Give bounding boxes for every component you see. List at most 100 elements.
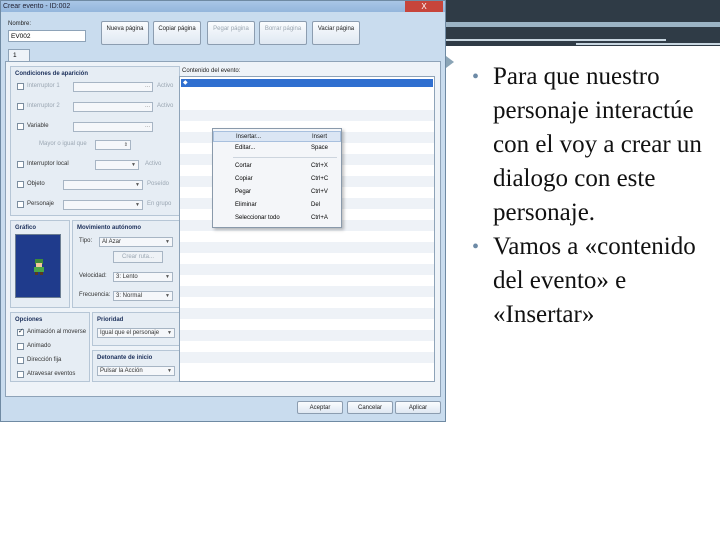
paste-page-button[interactable]: Pegar página xyxy=(207,21,255,45)
options-group: Opciones Animación al moverse Animado Di… xyxy=(10,312,90,382)
self-switch-suffix: Activo xyxy=(145,161,162,167)
create-route-button[interactable]: Crear ruta... xyxy=(113,251,163,263)
menu-item-paste-label: Pegar xyxy=(235,189,252,195)
chevron-down-icon: ▼ xyxy=(135,182,140,188)
ellipsis-icon: ··· xyxy=(145,124,150,130)
chevron-down-icon: ▼ xyxy=(165,239,170,245)
slide-triangle-marker xyxy=(446,56,454,68)
trigger-select[interactable]: Pulsar la Acción ▼ xyxy=(97,366,175,376)
close-button[interactable]: X xyxy=(405,1,443,12)
chevron-down-icon: ▼ xyxy=(165,274,170,280)
switch2-select[interactable]: ··· xyxy=(73,102,153,112)
tab-page-1[interactable]: 1 xyxy=(8,49,30,61)
new-page-button[interactable]: Nueva página xyxy=(101,21,149,45)
chevron-down-icon: ▼ xyxy=(165,293,170,299)
speed-select[interactable]: 3: Lento ▼ xyxy=(113,272,173,282)
frequency-value: 3: Normal xyxy=(116,293,143,299)
item-checkbox[interactable] xyxy=(17,181,24,188)
event-content-list[interactable]: ◆ xyxy=(179,76,435,382)
actor-select[interactable]: ▼ xyxy=(63,200,143,210)
chevron-down-icon: ▼ xyxy=(131,162,136,168)
actor-suffix: En grupo xyxy=(147,201,172,207)
cancel-button[interactable]: Cancelar xyxy=(347,401,393,414)
slide-bullet-list: • Para que nuestro personaje interactúe c… xyxy=(472,60,712,332)
switch2-checkbox[interactable] xyxy=(17,103,24,110)
graphic-preview[interactable] xyxy=(15,234,61,298)
trigger-group: Detonante de inicio Pulsar la Acción ▼ xyxy=(92,350,180,382)
ellipsis-icon: ··· xyxy=(145,104,150,110)
menu-item-edit-label: Editar... xyxy=(235,145,256,151)
movement-group: Movimiento autónomo Tipo: Al Azar ▼ Crear… xyxy=(72,220,180,308)
trigger-title: Detonante de inicio xyxy=(97,355,153,361)
menu-item-edit-shortcut: Space xyxy=(311,145,329,151)
self-switch-label: Interruptor local xyxy=(27,161,69,167)
graphic-title: Gráfico xyxy=(15,225,37,231)
actor-label: Personaje xyxy=(27,201,55,207)
priority-title: Prioridad xyxy=(97,317,124,323)
menu-item-delete-shortcut: Del xyxy=(311,202,321,208)
switch1-checkbox[interactable] xyxy=(17,83,24,90)
chevron-down-icon: ▼ xyxy=(135,202,140,208)
spinner-icon: ⇕ xyxy=(123,142,128,148)
speed-value: 3: Lento xyxy=(116,274,138,280)
menu-item-select-all-label: Seleccionar todo xyxy=(235,215,280,221)
delete-page-button[interactable]: Borrar página xyxy=(259,21,307,45)
switch1-label: Interruptor 1 xyxy=(27,83,60,89)
menu-item-select-all[interactable]: Seleccionar todo Ctrl+A xyxy=(213,213,341,224)
menu-item-copy[interactable]: Copiar Ctrl+C xyxy=(213,174,341,185)
variable-checkbox[interactable] xyxy=(17,123,24,130)
direction-fix-checkbox[interactable] xyxy=(17,357,24,364)
variable-select[interactable]: ··· xyxy=(73,122,153,132)
menu-item-delete[interactable]: Eliminar Del xyxy=(213,200,341,211)
menu-item-insert-label: Insertar... xyxy=(236,134,262,140)
conditions-title: Condiciones de aparición xyxy=(15,71,89,77)
switch2-suffix: Activo xyxy=(157,103,174,109)
through-checkbox[interactable] xyxy=(17,371,24,378)
content-title: Contenido del evento: xyxy=(182,68,241,74)
name-input[interactable]: EV002 xyxy=(8,30,86,42)
menu-separator xyxy=(233,157,337,158)
actor-checkbox[interactable] xyxy=(17,201,24,208)
stepping-anim-checkbox[interactable] xyxy=(17,343,24,350)
copy-page-button[interactable]: Copiar página xyxy=(153,21,201,45)
menu-item-edit[interactable]: Editar... Space xyxy=(213,143,341,154)
menu-item-copy-shortcut: Ctrl+C xyxy=(311,176,329,182)
character-sprite-icon xyxy=(34,259,44,275)
switch1-select[interactable]: ··· xyxy=(73,82,153,92)
name-label: Nombre: xyxy=(8,21,32,27)
item-label: Objeto xyxy=(27,181,45,187)
menu-item-cut[interactable]: Cortar Ctrl+X xyxy=(213,161,341,172)
options-title: Opciones xyxy=(15,317,43,323)
priority-select[interactable]: Igual que el personaje ▼ xyxy=(97,328,175,338)
movement-type-value: Al Azar xyxy=(102,239,122,245)
menu-item-cut-label: Cortar xyxy=(235,163,252,169)
variable-value-spinner[interactable]: ⇕ xyxy=(95,140,131,150)
ellipsis-icon: ··· xyxy=(145,84,150,90)
menu-item-select-all-shortcut: Ctrl+A xyxy=(311,215,328,221)
switch2-label: Interruptor 2 xyxy=(27,103,60,109)
stepping-anim-label: Animado xyxy=(27,343,51,349)
greater-equal-label: Mayor o igual que xyxy=(39,141,87,147)
variable-label: Variable xyxy=(27,123,49,129)
self-switch-select[interactable]: ▼ xyxy=(95,160,139,170)
bullet-item: • Vamos a «contenido del evento» e «Inser… xyxy=(472,230,712,332)
conditions-group: Condiciones de aparición Interruptor 1 ·… xyxy=(10,66,180,216)
direction-fix-label: Dirección fija xyxy=(27,357,62,363)
create-event-window: Crear evento - ID:002 X Nombre: EV002 Nu… xyxy=(0,0,446,422)
priority-group: Prioridad Igual que el personaje ▼ xyxy=(92,312,180,346)
apply-button[interactable]: Aplicar xyxy=(395,401,441,414)
speed-label: Velocidad: xyxy=(79,273,107,279)
movement-type-select[interactable]: Al Azar ▼ xyxy=(99,237,173,247)
walking-anim-label: Animación al moverse xyxy=(27,329,87,335)
bullet-icon: • xyxy=(472,66,480,88)
ok-button[interactable]: Aceptar xyxy=(297,401,343,414)
clear-page-button[interactable]: Vaciar página xyxy=(312,21,360,45)
menu-item-paste-shortcut: Ctrl+V xyxy=(311,189,328,195)
self-switch-checkbox[interactable] xyxy=(17,161,24,168)
walking-anim-checkbox[interactable] xyxy=(17,327,24,336)
frequency-select[interactable]: 3: Normal ▼ xyxy=(113,291,173,301)
menu-item-paste[interactable]: Pegar Ctrl+V xyxy=(213,187,341,198)
menu-item-insert[interactable]: Insertar... Insert xyxy=(213,131,341,142)
item-select[interactable]: ▼ xyxy=(63,180,143,190)
content-row-selected[interactable]: ◆ xyxy=(181,79,433,87)
